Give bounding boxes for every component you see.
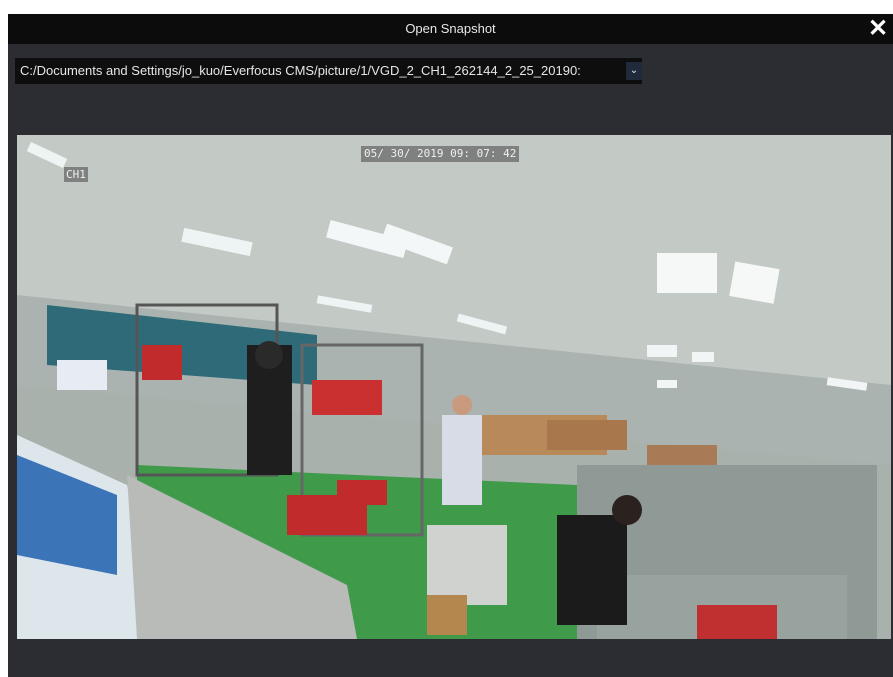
- title-bar: Open Snapshot ✕: [8, 14, 893, 44]
- dialog-title: Open Snapshot: [405, 21, 496, 36]
- snapshot-timestamp: 05/ 30/ 2019 09: 07: 42: [361, 146, 520, 162]
- open-snapshot-dialog: Open Snapshot ✕ C:/Documents and Setting…: [8, 14, 893, 677]
- channel-label: CH1: [64, 167, 88, 182]
- snapshot-image: 05/ 30/ 2019 09: 07: 42 CH1: [17, 135, 891, 639]
- snapshot-path-value: C:/Documents and Settings/jo_kuo/Everfoc…: [20, 63, 581, 78]
- chevron-down-icon[interactable]: ⌄: [626, 62, 642, 80]
- snapshot-path-select[interactable]: C:/Documents and Settings/jo_kuo/Everfoc…: [15, 58, 642, 84]
- office-camera-scene: [17, 135, 891, 639]
- close-icon[interactable]: ✕: [863, 14, 893, 44]
